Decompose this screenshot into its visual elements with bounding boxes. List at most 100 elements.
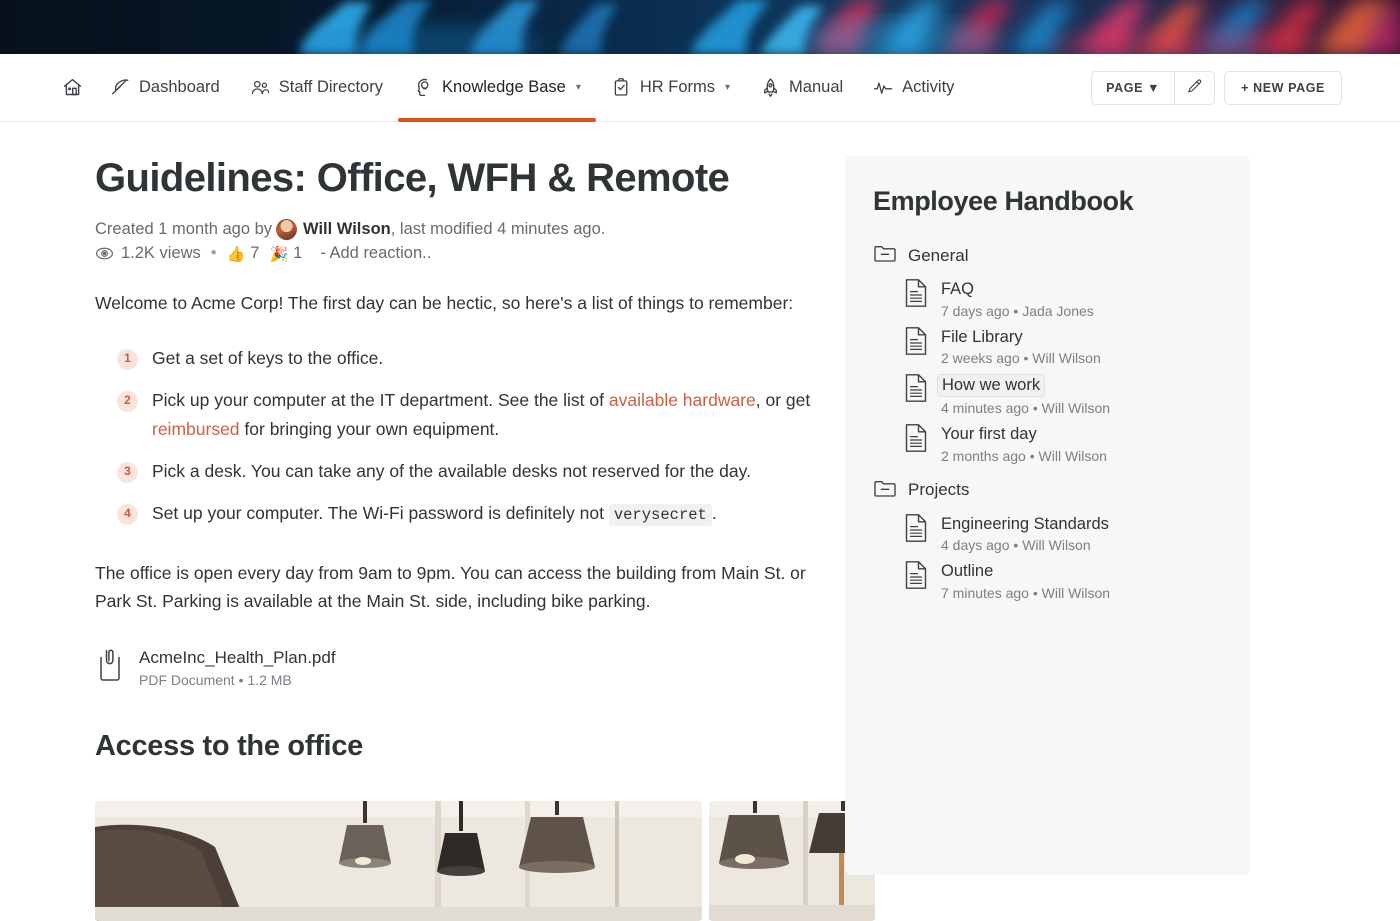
page-actions-button-group: PAGE ▼ [1091, 70, 1216, 105]
step-number-badge: 1 [117, 348, 138, 370]
meta-separator: • [1032, 399, 1038, 416]
attachment-meta: PDF Document • 1.2 MB [139, 672, 336, 688]
nav-item-home[interactable] [62, 54, 95, 122]
page-author: Will Wilson [1022, 537, 1091, 554]
page-dropdown-button[interactable]: PAGE ▼ [1092, 71, 1175, 104]
page-banner-image [0, 0, 1400, 54]
sidebar-page-text: FAQ 7 days ago • Jada Jones [941, 278, 1094, 319]
sidebar-page-file-library[interactable]: File Library 2 weeks ago • Will Wilson [873, 326, 1224, 367]
people-icon [250, 77, 271, 98]
step-text: Pick up your computer at the IT departme… [152, 389, 609, 410]
sidebar-page-your-first-day[interactable]: Your first day 2 months ago • Will Wilso… [873, 423, 1224, 464]
step-number-badge: 4 [117, 503, 138, 525]
nav-item-manual[interactable]: Manual [745, 54, 858, 122]
meta-separator: • [1013, 537, 1019, 554]
list-item: 4 Set up your computer. The Wi-Fi passwo… [117, 499, 845, 529]
add-reaction-button[interactable]: - Add reaction.. [320, 244, 431, 263]
reaction-party[interactable]: 🎉 1 [269, 244, 302, 263]
document-icon [903, 560, 929, 595]
meta-separator: • [1032, 584, 1038, 601]
page-time: 4 minutes ago [941, 399, 1029, 416]
sidebar-folder-projects[interactable]: Projects [873, 478, 1224, 503]
meta-separator: • [1029, 447, 1035, 464]
attachment-text-block: AcmeInc_Health_Plan.pdf PDF Document • 1… [139, 647, 336, 688]
reimbursed-link[interactable]: reimbursed [152, 419, 240, 439]
sidebar-page-title: Your first day [941, 424, 1037, 443]
main-navigation-bar: Dashboard Staff Directory Knowledge Base… [0, 54, 1400, 122]
sidebar-page-meta: 2 months ago • Will Wilson [941, 448, 1107, 464]
chevron-down-icon: ▾ [725, 81, 731, 93]
nav-item-dashboard[interactable]: Dashboard [95, 54, 235, 122]
attachment-item[interactable]: AcmeInc_Health_Plan.pdf PDF Document • 1… [95, 647, 845, 688]
document-icon [903, 513, 929, 548]
sidebar-page-text: Your first day 2 months ago • Will Wilso… [941, 423, 1107, 464]
step-text: Pick a desk. You can take any of the ava… [152, 460, 751, 481]
view-count: 1.2K views [121, 244, 201, 263]
folder-label: Projects [908, 480, 970, 499]
sidebar-page-text: Engineering Standards 4 days ago • Will … [941, 513, 1109, 554]
sidebar-title: Employee Handbook [873, 186, 1134, 216]
party-popper-icon: 🎉 [269, 245, 289, 263]
sidebar-page-engineering-standards[interactable]: Engineering Standards 4 days ago • Will … [873, 513, 1224, 554]
step-number-badge: 2 [117, 390, 138, 412]
nav-item-staff-directory[interactable]: Staff Directory [235, 54, 398, 122]
new-page-button[interactable]: + NEW PAGE [1224, 70, 1342, 105]
wifi-password-code: verysecret [608, 503, 712, 526]
nav-item-label: Knowledge Base [441, 78, 566, 96]
sidebar-column: Employee Handbook General FAQ 7 days ago… [845, 156, 1400, 875]
nav-item-label: Activity [902, 78, 955, 96]
page-time: 4 days ago [941, 537, 1010, 554]
office-hours-paragraph: The office is open every day from 9am to… [95, 562, 806, 611]
sidebar-page-how-we-work[interactable]: How we work 4 minutes ago • Will Wilson [873, 373, 1224, 416]
step-text: , or get [755, 389, 811, 410]
employee-handbook-card: Employee Handbook General FAQ 7 days ago… [845, 156, 1250, 875]
nav-item-label: HR Forms [639, 78, 716, 96]
rocket-icon [760, 77, 781, 98]
sidebar-page-faq[interactable]: FAQ 7 days ago • Jada Jones [873, 278, 1224, 319]
nav-item-label: Dashboard [139, 78, 220, 96]
page-author: Will Wilson [1032, 350, 1101, 367]
attachment-size: 1.2 MB [247, 672, 292, 689]
document-content-column: Guidelines: Office, WFH & Remote Created… [0, 156, 875, 921]
page-body: Guidelines: Office, WFH & Remote Created… [0, 122, 1400, 921]
stats-separator: • [210, 244, 217, 263]
document-stats-row: 1.2K views • 👍 7 🎉 1 - Add reaction.. [95, 244, 845, 263]
eye-icon [95, 244, 114, 263]
sidebar-folder-general[interactable]: General [873, 243, 1224, 268]
nav-item-label: Manual [789, 78, 844, 96]
page-author: Will Wilson [1038, 447, 1107, 464]
nav-item-activity[interactable]: Activity [858, 54, 969, 122]
list-item: 3 Pick a desk. You can take any of the a… [117, 457, 845, 486]
page-author: Will Wilson [1041, 584, 1111, 601]
meta-separator: • [1023, 350, 1029, 367]
attachment-filename: AcmeInc_Health_Plan.pdf [139, 648, 336, 668]
paperclip-file-icon [95, 648, 125, 687]
sidebar-page-title: FAQ [941, 280, 975, 298]
available-hardware-link[interactable]: available hardware [609, 390, 756, 410]
page-title: Guidelines: Office, WFH & Remote [95, 156, 730, 200]
sidebar-page-meta: 2 weeks ago • Will Wilson [941, 350, 1101, 366]
nav-item-hr-forms[interactable]: HR Forms ▾ [596, 54, 745, 122]
nav-item-knowledge-base[interactable]: Knowledge Base ▾ [397, 54, 596, 122]
sidebar-page-title: Outline [941, 562, 994, 581]
banner-artwork [0, 0, 1400, 54]
step-text: . [711, 502, 717, 523]
attachment-type: PDF Document [139, 672, 235, 689]
section-heading-access: Access to the office [95, 730, 363, 763]
modified-text: , last modified 4 minutes ago. [390, 219, 606, 238]
sidebar-page-outline[interactable]: Outline 7 minutes ago • Will Wilson [873, 560, 1224, 601]
head-bulb-icon [413, 77, 434, 98]
sidebar-page-text: Outline 7 minutes ago • Will Wilson [941, 560, 1110, 601]
page-author: Jada Jones [1022, 302, 1094, 319]
sidebar-page-text: How we work 4 minutes ago • Will Wilson [937, 373, 1110, 416]
thumbsup-icon: 👍 [226, 245, 246, 263]
feather-icon [110, 77, 131, 98]
author-name[interactable]: Will Wilson [303, 217, 391, 243]
step-text: Get a set of keys to the office. [152, 347, 384, 368]
edit-page-button[interactable] [1174, 71, 1215, 104]
inline-image-row [95, 801, 875, 921]
nav-item-label: Staff Directory [278, 78, 383, 96]
document-icon [903, 278, 929, 313]
reaction-thumbsup[interactable]: 👍 7 [227, 244, 260, 263]
sidebar-page-text: File Library 2 weeks ago • Will Wilson [941, 326, 1101, 367]
